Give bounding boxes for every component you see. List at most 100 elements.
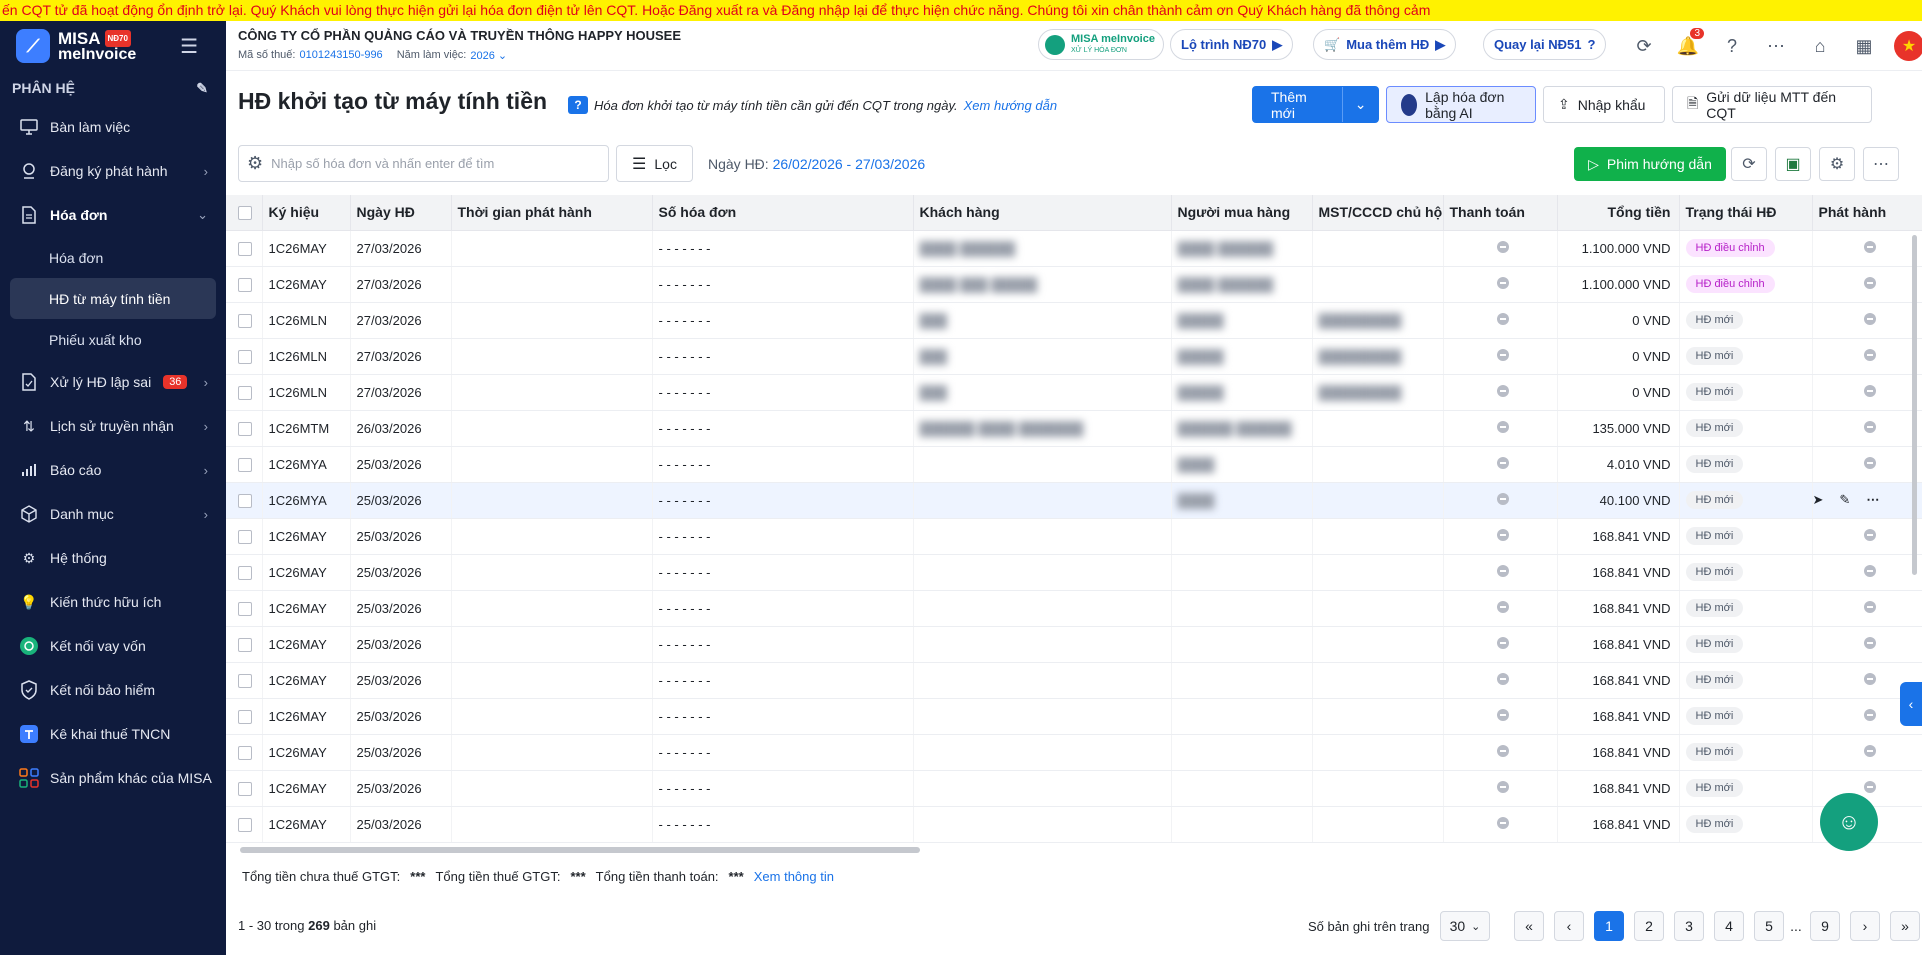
row-checkbox[interactable] [238,781,252,796]
bell-icon[interactable]: 🔔 3 [1676,28,1704,58]
table-row[interactable]: 1C26MAY 27/03/2026 - - - - - - - ████ █████… [226,230,1922,267]
roadmap-button[interactable]: Lộ trình NĐ70 ▶ [1170,29,1294,60]
table-row[interactable]: 1C26MAY 25/03/2026 - - - - - - - 168.841 VN… [226,626,1922,663]
search-settings-icon[interactable]: ⚙ [247,153,263,174]
table-row[interactable]: 1C26MAY 25/03/2026 - - - - - - - 168.841 VN… [226,734,1922,771]
sidebar-item-tax[interactable]: Kê khai thuế TNCN [0,712,226,756]
chat-dots-icon[interactable]: ⋯ [1764,34,1788,58]
column-header[interactable]: Số hóa đơn [652,195,914,231]
sidebar-item-invoices[interactable]: Hóa đơn ⌄ [0,193,226,237]
next-page-button[interactable]: › [1850,911,1880,941]
horizontal-scrollbar[interactable] [240,847,920,853]
sidebar-subitem-delivery-note[interactable]: Phiếu xuất kho [0,319,226,360]
sidebar-item-knowledge[interactable]: 💡 Kiến thức hữu ích [0,580,226,624]
prev-page-button[interactable]: ‹ [1554,911,1584,941]
sidebar-item-history[interactable]: ⇅ Lịch sử truyền nhận › [0,404,226,448]
sidebar-item-reports[interactable]: Báo cáo › [0,448,226,492]
row-checkbox[interactable] [238,637,252,652]
table-row[interactable]: 1C26MLN 27/03/2026- - - - - - - ███ █████ ██… [226,302,1922,339]
row-checkbox[interactable] [238,277,252,292]
table-row[interactable]: 1C26MAY 27/03/2026 - - - - - - - ████ ███ █… [226,266,1922,303]
table-row[interactable]: 1C26MAY 25/03/2026 - - - - - - - 168.841 VN… [226,590,1922,627]
column-header[interactable]: Khách hàng [913,195,1172,231]
row-checkbox[interactable] [238,745,252,760]
year-selector[interactable]: 2026 ⌄ [470,49,507,62]
sidebar-subitem-cash-register[interactable]: HĐ từ máy tính tiền [10,278,216,319]
page-button[interactable]: 9 [1810,911,1840,941]
per-page-select[interactable]: 30 ⌄ [1440,911,1490,941]
vertical-scrollbar[interactable] [1912,235,1917,575]
excel-export-icon[interactable]: ▣ [1775,147,1811,181]
grid-menu-icon[interactable]: ▦ [1852,34,1876,58]
column-header[interactable]: Tổng tiền [1557,195,1680,231]
add-new-button[interactable]: Thêm mới ⌄ [1252,86,1379,123]
edit-pencil-icon[interactable]: ✎ [196,80,208,97]
row-checkbox[interactable] [238,493,252,508]
row-checkbox[interactable] [238,457,252,472]
edit-icon[interactable]: ✎ [1839,492,1850,507]
send-icon[interactable]: ➤ [1813,492,1824,507]
send-mtt-button[interactable]: 🗎 Gửi dữ liệu MTT đến CQT [1672,86,1872,123]
column-header[interactable]: Thời gian phát hành [451,195,653,231]
row-checkbox[interactable] [238,529,252,544]
table-row[interactable]: 1C26MYA 25/03/2026 - - - - - - - ████ 4.010 … [226,446,1922,483]
refresh-icon[interactable]: ⟳ [1632,34,1656,58]
table-row[interactable]: 1C26MLN 27/03/2026- - - - - - - ███ █████ ██… [226,374,1922,411]
column-settings-icon[interactable]: ⚙ [1819,147,1855,181]
row-checkbox[interactable] [238,673,252,688]
column-header[interactable]: Thanh toán [1443,195,1558,231]
sidebar-item-other-products[interactable]: Sản phẩm khác của MISA [0,756,226,800]
misa-invoice-pill[interactable]: MISA meInvoice XỬ LÝ HÓA ĐƠN [1038,29,1164,60]
page-button[interactable]: 1 [1594,911,1624,941]
table-row[interactable]: 1C26MTM 26/03/2026 - - - - - - - ██████ ███… [226,410,1922,447]
vn-flag-avatar[interactable]: ★ [1894,31,1922,61]
column-header[interactable]: Người mua hàng [1171,195,1313,231]
table-row[interactable]: 1C26MAY 25/03/2026 - - - - - - - 168.841 VN… [226,662,1922,699]
back-nd51-button[interactable]: Quay lại NĐ51 ? [1483,29,1607,60]
sidebar-item-loan[interactable]: Kết nối vay vốn [0,624,226,668]
table-row[interactable]: 1C26MYA 25/03/2026 - - - - - - - ████ 40.100… [226,482,1922,519]
chat-assistant-button[interactable]: ☺ [1820,793,1878,851]
page-button[interactable]: 2 [1634,911,1664,941]
sidebar-subitem-invoices[interactable]: Hóa đơn [0,237,226,278]
collapse-panel-tab[interactable]: ‹ [1900,682,1922,726]
page-button[interactable]: 3 [1674,911,1704,941]
column-header[interactable]: Ngày HĐ [350,195,452,231]
table-row[interactable]: 1C26MAY 25/03/2026 - - - - - - - 168.841 VN… [226,518,1922,555]
sidebar-item-catalog[interactable]: Danh mục › [0,492,226,536]
buy-more-button[interactable]: 🛒 Mua thêm HĐ ▶ [1313,29,1457,60]
sidebar-item-wrong-invoices[interactable]: Xử lý HĐ lập sai 36 › [0,360,226,404]
table-row[interactable]: 1C26MLN 27/03/2026- - - - - - - ███ █████ ██… [226,338,1922,375]
row-checkbox[interactable] [238,709,252,724]
more-options-icon[interactable]: ⋯ [1863,147,1899,181]
sidebar-item-desk[interactable]: Bàn làm việc [0,105,226,149]
date-range-value[interactable]: 26/02/2026 - 27/03/2026 [773,156,926,172]
help-icon[interactable]: ? [1720,34,1744,58]
row-checkbox[interactable] [238,601,252,616]
tour-icon[interactable]: ⌂ [1808,34,1832,58]
filter-button[interactable]: ☰ Lọc [616,145,693,182]
sidebar-item-insurance[interactable]: Kết nối bảo hiểm [0,668,226,712]
row-checkbox[interactable] [238,817,252,832]
sidebar-item-system[interactable]: ⚙ Hệ thống [0,536,226,580]
table-row[interactable]: 1C26MAY 25/03/2026 - - - - - - - 168.841 VN… [226,698,1922,735]
more-icon[interactable]: ⋯ [1866,492,1879,507]
row-checkbox[interactable] [238,349,252,364]
hamburger-menu-icon[interactable]: ☰ [180,34,198,59]
last-page-button[interactable]: » [1890,911,1920,941]
table-row[interactable]: 1C26MAY 25/03/2026 - - - - - - - 168.841 VN… [226,770,1922,807]
row-checkbox[interactable] [238,421,252,436]
column-header[interactable]: MST/CCCD chủ hộ [1312,195,1444,231]
table-row[interactable]: 1C26MAY 25/03/2026 - - - - - - - 168.841 VN… [226,554,1922,591]
page-button[interactable]: 4 [1714,911,1744,941]
search-input[interactable] [271,156,592,171]
ai-invoice-button[interactable]: Lập hóa đơn bằng AI [1386,86,1536,123]
first-page-button[interactable]: « [1514,911,1544,941]
page-button[interactable]: 5 [1754,911,1784,941]
table-row[interactable]: 1C26MAY 25/03/2026 - - - - - - - 168.841 VN… [226,806,1922,843]
row-checkbox[interactable] [238,385,252,400]
select-all-checkbox[interactable] [238,206,252,221]
column-header[interactable]: Ký hiệu [262,195,351,231]
column-header[interactable]: Trạng thái HĐ [1679,195,1813,231]
column-header[interactable]: Phát hành [1812,195,1922,231]
